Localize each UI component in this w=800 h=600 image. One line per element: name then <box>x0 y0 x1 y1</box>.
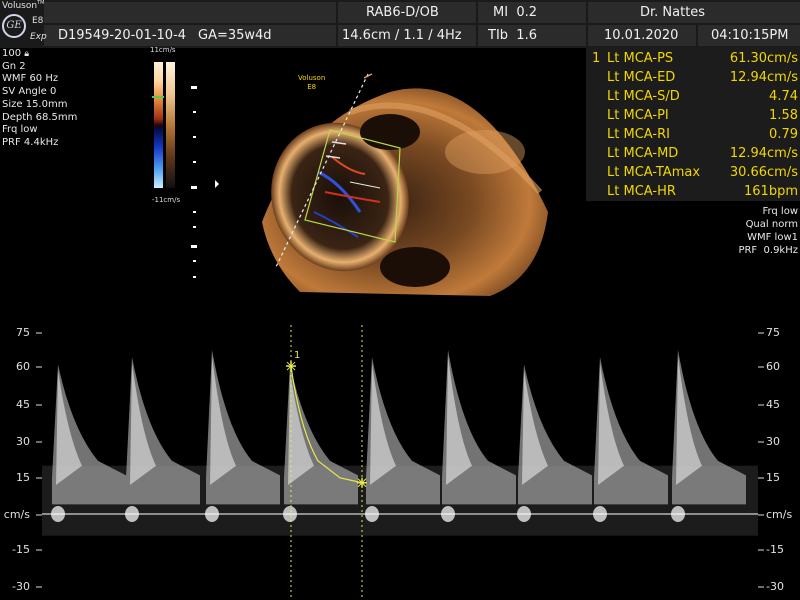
fluid-pocket <box>360 114 420 150</box>
colorbar-top-label: 11cm/s <box>150 46 176 54</box>
velocity-tick-label: 45 <box>16 398 30 411</box>
caliper-label: 1 <box>294 350 300 361</box>
velocity-tick-label: -15 <box>766 543 784 556</box>
color-velocity-bar <box>154 62 163 188</box>
measurement-label: Lt MCA-S/D <box>607 89 680 104</box>
measurement-row: Lt MCA-TAmax 30.66cm/s <box>586 165 800 184</box>
depth-tick <box>191 186 197 189</box>
doppler-prf: PRF 0.9kHz <box>738 245 798 256</box>
measurement-label: Lt MCA-PI <box>607 108 669 123</box>
velocity-tick-label: 75 <box>16 326 30 339</box>
measurement-value: 12.94cm/s <box>729 70 798 85</box>
waveform-highlight <box>288 370 314 486</box>
velocity-tick-label: cm/s <box>3 508 30 521</box>
tissue-highlight <box>445 130 525 174</box>
depth-tick <box>193 111 196 113</box>
colorbar-bottom-label: -11cm/s <box>152 196 181 204</box>
measurement-value: 30.66cm/s <box>729 165 798 180</box>
doppler-wmf: WMF low1 <box>747 232 798 243</box>
depth-scale <box>191 86 219 278</box>
depth-tick <box>193 211 196 213</box>
mechanical-index: MI 0.2 <box>493 5 537 20</box>
lock-icon: 🔒︎ <box>24 49 30 59</box>
measurement-row: Lt MCA-RI 0.79 <box>586 127 800 146</box>
acquisition-params: 100 🔒︎ Gn 2 WMF 60 Hz SV Angle 0 Size 15… <box>2 48 77 150</box>
size-param: Size 15.0mm <box>2 98 68 110</box>
gestational-age: GA=35w4d <box>198 28 272 43</box>
exam-date: 10.01.2020 <box>604 28 679 43</box>
depth-tick <box>193 276 196 278</box>
measurement-value: 161bpm <box>744 184 798 199</box>
velocity-tick-label: -15 <box>12 543 30 556</box>
depth-tick <box>193 260 196 262</box>
grayscale-bar <box>166 62 175 188</box>
depth-tick <box>193 226 196 228</box>
measurement-value: 61.30cm/s <box>729 51 798 66</box>
measurement-row: Lt MCA-ED 12.94cm/s <box>586 70 800 89</box>
depth-tick <box>191 86 197 89</box>
focus-marker-icon <box>215 180 219 188</box>
depth-tick <box>193 136 196 138</box>
wmf-param: WMF 60 Hz <box>2 73 59 85</box>
measurement-row: Lt MCA-MD 12.94cm/s <box>586 146 800 165</box>
brand-name: VolusonTM <box>2 0 45 11</box>
measurement-label: Lt MCA-TAmax <box>607 165 701 180</box>
bmode-image <box>262 73 548 296</box>
velocity-tick-label: 60 <box>766 360 780 373</box>
velocity-tick-label: -30 <box>12 580 30 593</box>
measurement-label: Lt MCA-HR <box>607 184 676 199</box>
waveform-highlight <box>56 370 82 486</box>
depth-tick <box>191 245 197 248</box>
thermal-index: TIb 1.6 <box>488 28 537 43</box>
velocity-tick-label: 60 <box>16 360 30 373</box>
velocity-tick-label: cm/s <box>766 508 793 521</box>
doctor-name: Dr. Nattes <box>640 5 706 20</box>
header-bar: VolusonTM GE E8 Exp D19549-20-01-10-4 GA… <box>0 0 800 48</box>
measurement-value: 1.58 <box>769 108 798 123</box>
velocity-tick-label: 15 <box>16 471 30 484</box>
measurement-table: 1 Lt MCA-PS 61.30cm/s Lt MCA-ED 12.94cm/s Lt … <box>586 48 800 201</box>
velocity-tick-label: 30 <box>16 435 30 448</box>
doppler-settings: Frq low Qual norm WMF low1 PRF 0.9kHz <box>678 205 798 257</box>
doppler-frequency: Frq low <box>762 206 798 217</box>
measurement-row: 1 Lt MCA-PS 61.30cm/s <box>586 51 800 70</box>
measurement-label: Lt MCA-MD <box>607 146 679 161</box>
prf-param: PRF 4.4kHz <box>2 136 59 148</box>
fluid-pocket <box>380 247 450 287</box>
sv-angle-param: SV Angle 0 <box>2 86 57 98</box>
colorbar-marker <box>152 96 164 98</box>
velocity-tick-label: -30 <box>766 580 784 593</box>
measurement-number: 1 <box>592 51 601 66</box>
measurement-value: 0.79 <box>769 127 798 142</box>
image-watermark: Voluson E8 <box>298 74 326 91</box>
exam-time: 04:10:15PM <box>711 28 789 43</box>
measurement-label: Lt MCA-ED <box>607 70 676 85</box>
power-param: 100 🔒︎ <box>2 48 30 59</box>
patient-id: D19549-20-01-10-4 <box>58 28 187 43</box>
brand-model: E8 <box>32 16 44 26</box>
gain-param: Gn 2 <box>2 60 26 72</box>
depth-tick <box>193 161 196 163</box>
scan-params: 14.6cm / 1.1 / 4Hz <box>342 28 462 43</box>
velocity-tick-label: 15 <box>766 471 780 484</box>
frequency-param: Frq low <box>2 124 38 136</box>
ge-logo-icon: GE <box>2 14 26 38</box>
doppler-quality: Qual norm <box>745 219 798 230</box>
measurement-label: Lt MCA-RI <box>607 127 670 142</box>
velocity-tick-label: 45 <box>766 398 780 411</box>
measurement-row: Lt MCA-HR 161bpm <box>586 184 800 203</box>
waveform-highlight <box>522 370 548 486</box>
brand-exp: Exp <box>30 32 47 42</box>
measurement-row: Lt MCA-PI 1.58 <box>586 108 800 127</box>
measurement-value: 4.74 <box>769 89 798 104</box>
measurement-label: Lt MCA-PS <box>607 51 674 66</box>
velocity-tick-label: 30 <box>766 435 780 448</box>
velocity-tick-label: 75 <box>766 326 780 339</box>
depth-param: Depth 68.5mm <box>2 111 78 123</box>
measurement-row: Lt MCA-S/D 4.74 <box>586 89 800 108</box>
measurement-value: 12.94cm/s <box>729 146 798 161</box>
probe-name: RAB6-D/OB <box>366 5 439 20</box>
spectral-doppler-trace: 1 <box>36 325 764 600</box>
header-blank-field <box>44 2 336 23</box>
